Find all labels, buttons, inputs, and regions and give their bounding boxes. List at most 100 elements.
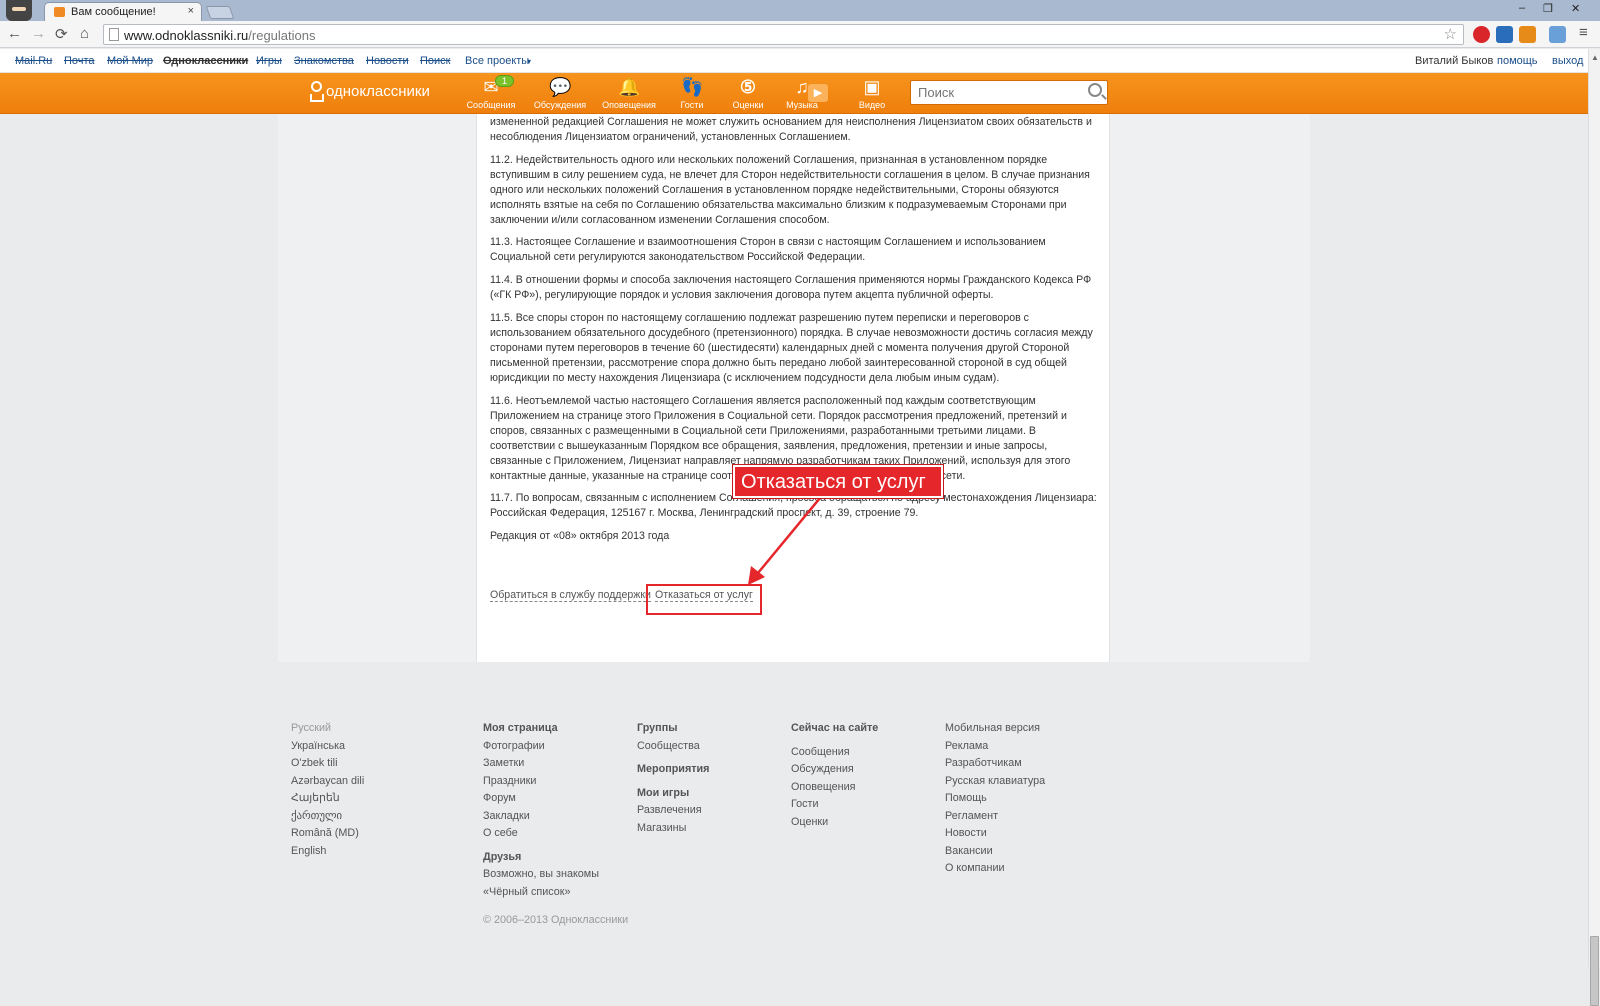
- footer-link[interactable]: Закладки: [483, 808, 628, 826]
- footer-link[interactable]: Оценки: [791, 814, 878, 832]
- user-name[interactable]: Виталий Быков: [1415, 55, 1493, 67]
- nav-discussions[interactable]: 💬 Обсуждения: [530, 77, 590, 110]
- footer-link[interactable]: О компании: [945, 860, 1045, 878]
- footer-heading-my-games[interactable]: Мои игры: [637, 785, 709, 803]
- footer-heading-my-page[interactable]: Моя страница: [483, 720, 628, 738]
- footer-link[interactable]: Новости: [945, 825, 1045, 843]
- footer-link[interactable]: Обсуждения: [791, 761, 878, 779]
- footer-link[interactable]: Оповещения: [791, 779, 878, 797]
- portal-link-news[interactable]: Новости: [366, 55, 409, 67]
- footer-link[interactable]: Мобильная версия: [945, 720, 1045, 738]
- footer-link[interactable]: «Чёрный список»: [483, 884, 628, 902]
- browser-tab-strip: Вам сообщение! × – ❐ ✕: [0, 0, 1600, 21]
- adblock-extension-icon[interactable]: [1473, 26, 1490, 43]
- footer-lang-current: Русский: [291, 722, 332, 734]
- footer-lang-item[interactable]: English: [291, 843, 364, 861]
- nav-messages[interactable]: ✉ 1 Сообщения: [461, 75, 521, 110]
- help-link[interactable]: помощь: [1497, 55, 1538, 67]
- footer-link[interactable]: О себе: [483, 825, 628, 843]
- logo-text: одноклассники: [326, 82, 430, 100]
- address-bar[interactable]: www.odnoklassniki.ru/regulations ☆: [103, 24, 1464, 45]
- footer-link[interactable]: Реклама: [945, 738, 1045, 756]
- footer-link[interactable]: Сообщения: [791, 744, 878, 762]
- page-icon: [109, 28, 119, 41]
- footer-link[interactable]: Развлечения: [637, 802, 709, 820]
- play-icon: ▶: [808, 84, 828, 102]
- chrome-menu-icon[interactable]: ≡: [1579, 24, 1588, 41]
- footer-link[interactable]: Форум: [483, 790, 628, 808]
- new-tab-button[interactable]: [205, 6, 235, 19]
- footer-lang-item[interactable]: Română (MD): [291, 825, 364, 843]
- portal-link-mymir[interactable]: Мой Мир: [107, 55, 153, 67]
- footer-link[interactable]: Сообщества: [637, 738, 709, 756]
- rating-5-icon: ⑤: [739, 77, 757, 97]
- footer-heading-friends[interactable]: Друзья: [483, 849, 628, 867]
- mail-extension-icon[interactable]: [1496, 26, 1513, 43]
- search-input[interactable]: [918, 82, 1088, 103]
- support-link[interactable]: Обратиться в службу поддержки: [490, 589, 651, 602]
- back-arrow-icon[interactable]: ←: [7, 25, 22, 42]
- url-path: /regulations: [248, 28, 316, 43]
- nav-guests-label: Гости: [680, 100, 704, 110]
- window-close-button[interactable]: ✕: [1571, 2, 1580, 15]
- nav-notifications[interactable]: 🔔 Оповещения: [599, 77, 659, 110]
- site-logo[interactable]: одноклассники: [309, 81, 430, 103]
- window-minimize-button[interactable]: –: [1519, 2, 1525, 14]
- page-scrollbar[interactable]: ▲: [1588, 49, 1600, 1006]
- bookmark-star-icon[interactable]: ☆: [1444, 25, 1457, 43]
- footer-lang-item[interactable]: Azərbaycan dili: [291, 773, 364, 791]
- nav-ratings-label: Оценки: [732, 100, 764, 110]
- regulations-content: измененной редакцией Соглашения не может…: [476, 114, 1110, 662]
- footer-lang-item[interactable]: Հայերեն: [291, 790, 364, 808]
- footer-link[interactable]: Регламент: [945, 808, 1045, 826]
- footer-link[interactable]: Праздники: [483, 773, 628, 791]
- scroll-up-arrow-icon[interactable]: ▲: [1591, 53, 1599, 62]
- logout-link[interactable]: выход: [1552, 55, 1583, 67]
- ok-extension-icon[interactable]: [1519, 26, 1536, 43]
- tab-close-icon[interactable]: ×: [188, 5, 194, 17]
- footer-link[interactable]: Помощь: [945, 790, 1045, 808]
- scrollbar-thumb[interactable]: [1590, 936, 1599, 1006]
- nav-ratings[interactable]: ⑤ Оценки: [718, 77, 778, 110]
- nav-video[interactable]: ▣ Видео: [842, 77, 902, 110]
- footer-link[interactable]: Возможно, вы знакомы: [483, 866, 628, 884]
- footer-groups: Группы Сообщества Мероприятия Мои игры Р…: [637, 720, 709, 837]
- chevron-down-icon: ▾: [527, 57, 532, 66]
- portal-link-dating[interactable]: Знакомства: [294, 55, 354, 67]
- paragraph-11-2: 11.2. Недействительность одного или неск…: [490, 154, 1090, 226]
- music-play-button[interactable]: ▶: [806, 84, 830, 102]
- footer-link[interactable]: Заметки: [483, 755, 628, 773]
- footer-misc: Мобильная версия Реклама Разработчикам Р…: [945, 720, 1045, 878]
- nav-guests[interactable]: 👣 Гости: [662, 77, 722, 110]
- portal-link-odnoklassniki[interactable]: Одноклассники: [163, 55, 248, 67]
- footer-link[interactable]: Гости: [791, 796, 878, 814]
- chat-bubbles-icon: 💬: [549, 77, 572, 97]
- browser-tab-active[interactable]: Вам сообщение! ×: [44, 2, 202, 21]
- footer-link[interactable]: Магазины: [637, 820, 709, 838]
- home-icon[interactable]: ⌂: [80, 25, 89, 42]
- paragraph-11-5: 11.5. Все споры сторон по настоящему сог…: [490, 312, 1093, 384]
- window-maximize-button[interactable]: ❐: [1543, 2, 1553, 15]
- footer-link[interactable]: Фотографии: [483, 738, 628, 756]
- footer-heading-groups[interactable]: Группы: [637, 720, 709, 738]
- search-icon[interactable]: [1088, 83, 1102, 97]
- footer-link[interactable]: Разработчикам: [945, 755, 1045, 773]
- nav-video-label: Видео: [858, 100, 886, 110]
- portal-link-mailru[interactable]: Mail.Ru: [15, 55, 52, 67]
- forward-arrow-icon[interactable]: →: [31, 25, 46, 42]
- nav-messages-label: Сообщения: [466, 100, 516, 110]
- footer-lang-item[interactable]: Українська: [291, 738, 364, 756]
- portal-link-games[interactable]: Игры: [256, 55, 282, 67]
- footer-link[interactable]: Русская клавиатура: [945, 773, 1045, 791]
- footer-lang-item[interactable]: O'zbek tili: [291, 755, 364, 773]
- portal-link-all-projects[interactable]: Все проекты: [465, 55, 529, 67]
- portal-link-search[interactable]: Поиск: [420, 55, 450, 67]
- footer-link[interactable]: Вакансии: [945, 843, 1045, 861]
- translate-extension-icon[interactable]: [1549, 26, 1566, 43]
- portal-link-mail[interactable]: Почта: [64, 55, 95, 67]
- reload-icon[interactable]: ⟳: [55, 25, 68, 43]
- site-search: [910, 80, 1108, 105]
- footer-lang-item[interactable]: ქართული: [291, 808, 364, 826]
- url-host: www.odnoklassniki.ru: [124, 28, 249, 43]
- footer-heading-events[interactable]: Мероприятия: [637, 761, 709, 779]
